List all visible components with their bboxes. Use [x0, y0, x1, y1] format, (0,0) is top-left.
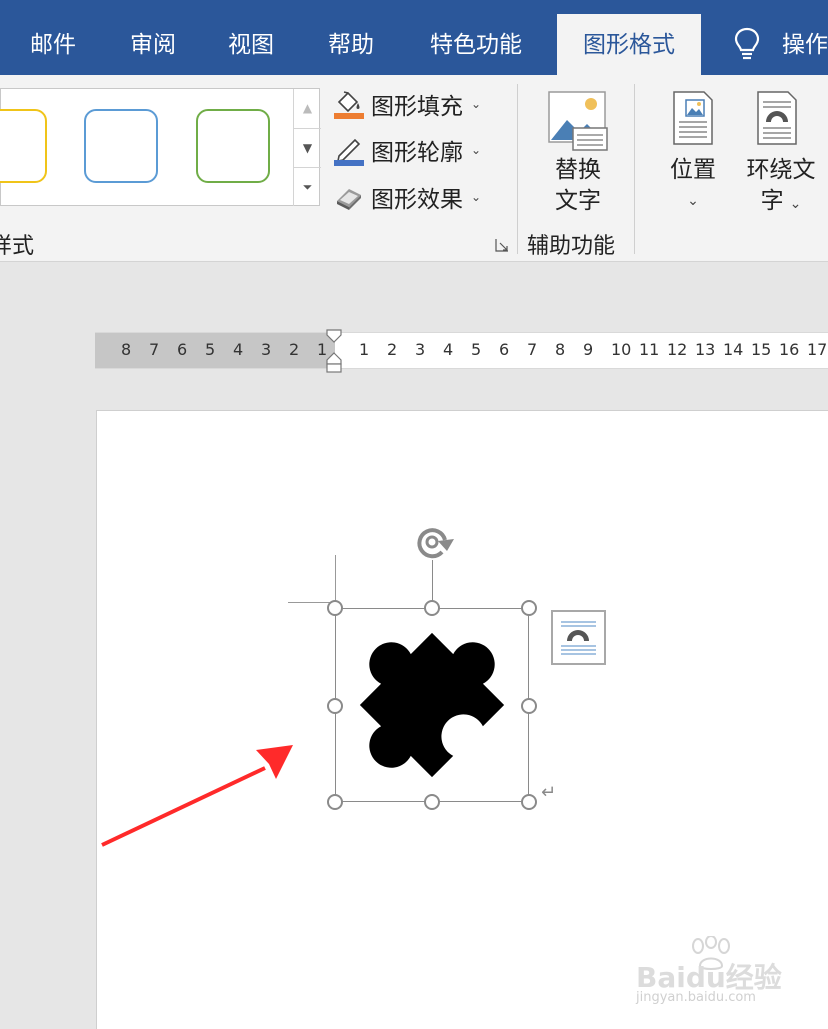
ruler-tick-label: 4 — [233, 340, 244, 359]
styles-group-label: 样式 — [0, 234, 35, 259]
gallery-scroll-down-button[interactable]: ▼ — [293, 128, 321, 167]
alt-text-label-line2: 文字 — [555, 188, 601, 214]
tab-tell-me[interactable]: 操作 — [782, 0, 828, 75]
shape-fill-button[interactable]: 图形填充 ⌄ — [333, 87, 481, 121]
alt-text-button[interactable]: 替换 文字 — [538, 155, 618, 217]
tab-shape-format[interactable]: 图形格式 — [557, 0, 701, 75]
tab-view[interactable]: 视图 — [226, 0, 276, 75]
shape-fill-label: 图形填充 — [371, 94, 463, 120]
position-button[interactable]: 位置 ⌄ — [660, 155, 726, 217]
lightbulb-icon[interactable] — [732, 26, 762, 62]
ribbon-tab-bar: 邮件 审阅 视图 帮助 特色功能 图形格式 操作 — [0, 0, 828, 75]
style-swatch-blue[interactable] — [84, 109, 158, 183]
position-label: 位置 — [670, 157, 716, 183]
accessibility-group-label: 辅助功能 — [527, 234, 616, 259]
ruler-tick-label: 7 — [527, 340, 538, 359]
resize-handle-right[interactable] — [521, 698, 537, 714]
tab-mailings[interactable]: 邮件 — [28, 0, 78, 75]
resize-handle-top[interactable] — [424, 600, 440, 616]
resize-handle-bottom-right[interactable] — [521, 794, 537, 810]
ruler-tick-label: 11 — [639, 340, 660, 359]
resize-handle-top-right[interactable] — [521, 600, 537, 616]
ruler-tick-label: 13 — [695, 340, 716, 359]
gallery-scroll-up-button[interactable]: ▲ — [293, 89, 321, 128]
ruler-tick-label: 2 — [387, 340, 398, 359]
puzzle-piece-icon[interactable] — [335, 608, 529, 802]
layout-options-button[interactable] — [551, 610, 606, 665]
ruler-tick-label: 14 — [723, 340, 744, 359]
ruler-tick-label: 7 — [149, 340, 160, 359]
ruler-tick-label: 4 — [443, 340, 454, 359]
ruler-tick-label: 6 — [177, 340, 188, 359]
shape-effects-label: 图形效果 — [371, 187, 463, 213]
ruler-tick-label: 10 — [611, 340, 632, 359]
shape-styles-gallery[interactable]: ▲ ▼ ⏷ — [0, 88, 321, 206]
chevron-down-icon: ⌄ — [687, 193, 699, 209]
ruler-tick-label: 5 — [205, 340, 216, 359]
ruler-tick-label: 15 — [751, 340, 772, 359]
chevron-down-icon: ⌄ — [471, 97, 482, 111]
alt-text-icon[interactable] — [547, 90, 609, 152]
wrap-text-icon[interactable] — [756, 90, 798, 146]
resize-handle-bottom[interactable] — [424, 794, 440, 810]
chevron-down-icon: ⌄ — [471, 143, 482, 157]
wrap-text-icon — [561, 621, 596, 655]
gallery-more-button[interactable]: ⏷ — [293, 167, 321, 206]
pen-outline-icon — [333, 134, 365, 166]
tab-special-features[interactable]: 特色功能 — [426, 0, 526, 75]
paint-bucket-icon — [333, 88, 365, 120]
ruler-tick-label: 2 — [289, 340, 300, 359]
resize-handle-bottom-left[interactable] — [327, 794, 343, 810]
ruler-tick-label: 3 — [415, 340, 426, 359]
indent-marker-icon[interactable] — [325, 329, 343, 373]
chevron-down-icon: ⌄ — [471, 190, 482, 204]
resize-handle-left[interactable] — [327, 698, 343, 714]
ribbon-separator — [634, 84, 635, 254]
shape-effects-icon — [333, 181, 365, 213]
shape-outline-button[interactable]: 图形轮廓 ⌄ — [333, 133, 481, 167]
shape-outline-label: 图形轮廓 — [371, 140, 463, 166]
ruler-tick-label: 8 — [121, 340, 132, 359]
ruler-tick-label: 17 — [807, 340, 828, 359]
horizontal-ruler[interactable]: 8 7 6 5 4 3 2 1 1 2 3 4 5 6 7 8 9 10 11 12 13 14 15 16 17 — [95, 329, 828, 373]
rotate-handle-icon[interactable] — [410, 520, 456, 564]
style-swatch-yellow[interactable] — [0, 109, 47, 183]
resize-handle-top-left[interactable] — [327, 600, 343, 616]
wrap-text-button[interactable]: 环绕文 字 ⌄ — [738, 155, 824, 220]
ribbon-separator — [517, 84, 518, 254]
ruler-tick-label: 5 — [471, 340, 482, 359]
ruler-tick-label: 8 — [555, 340, 566, 359]
ruler-tick-label: 3 — [261, 340, 272, 359]
ruler-tick-label: 9 — [583, 340, 594, 359]
watermark-url: jingyan.baidu.com — [636, 990, 756, 1005]
ruler-tick-label: 16 — [779, 340, 800, 359]
ruler-tick-label: 12 — [667, 340, 688, 359]
tab-review[interactable]: 审阅 — [128, 0, 178, 75]
tab-help[interactable]: 帮助 — [326, 0, 376, 75]
wrap-text-label-line2: 字 ⌄ — [760, 188, 802, 214]
ruler-tick-label: 6 — [499, 340, 510, 359]
shape-effects-button[interactable]: 图形效果 ⌄ — [333, 180, 481, 214]
watermark: Baidu经验 jingyan.baidu.com — [636, 936, 826, 1010]
wrap-text-label-line1: 环绕文 — [746, 157, 816, 183]
margin-corner-mark — [335, 555, 336, 603]
paragraph-mark-icon: ↵ — [541, 782, 557, 803]
annotation-arrow-icon — [101, 745, 293, 847]
ruler-tick-label: 1 — [359, 340, 370, 359]
dialog-launcher-icon[interactable] — [495, 237, 509, 252]
alt-text-label-line1: 替换 — [555, 157, 601, 183]
style-swatch-green[interactable] — [196, 109, 270, 183]
position-icon[interactable] — [672, 90, 714, 146]
